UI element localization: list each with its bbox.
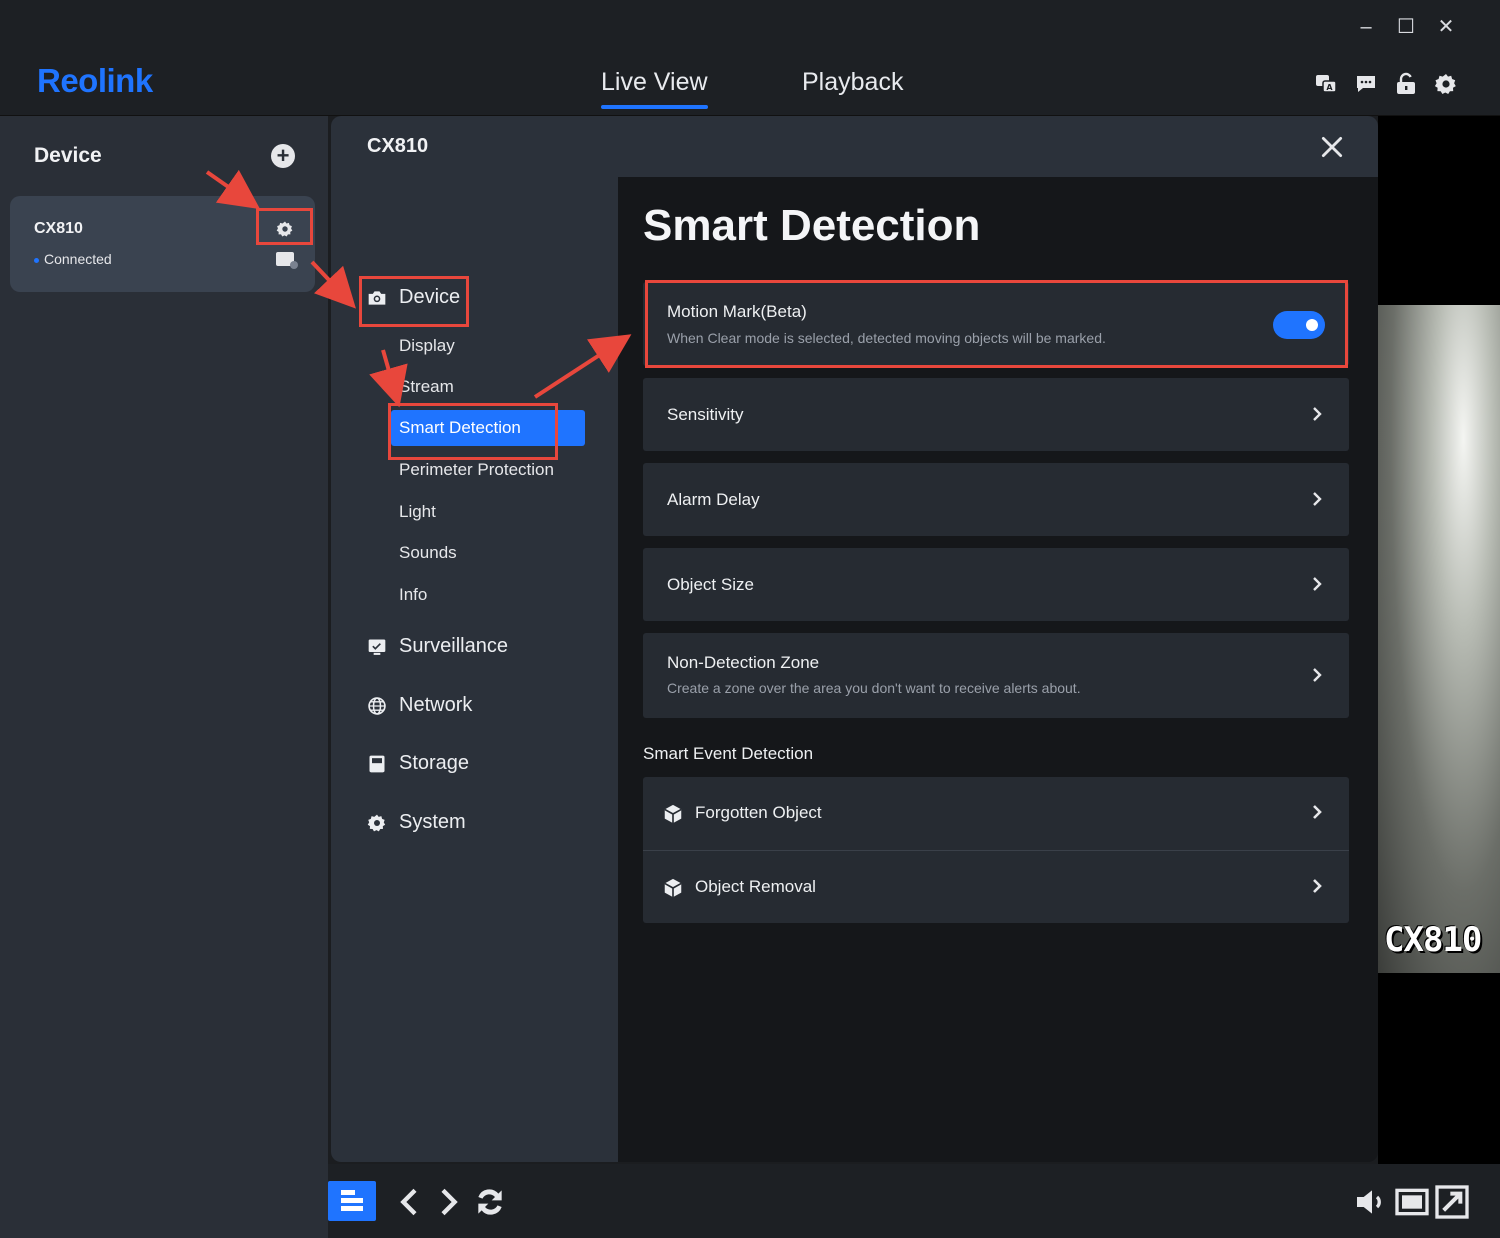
reolink-logo: Reolink — [37, 62, 153, 99]
nav-info[interactable]: Info — [399, 585, 427, 605]
dialog-header: CX810 — [331, 116, 1378, 177]
screen-icon[interactable] — [1392, 1182, 1432, 1222]
dialog-title: CX810 — [367, 135, 429, 157]
chevron-right-icon — [1313, 407, 1322, 421]
device-settings-dialog: CX810 Device Display Stream Smart Detect… — [331, 116, 1378, 1162]
device-settings-gear-icon[interactable] — [276, 220, 294, 238]
nav-system[interactable]: System — [367, 811, 466, 834]
device-panel: Device + CX810 Connected — [0, 116, 328, 1238]
camera-icon — [368, 290, 386, 305]
chevron-right-icon — [1313, 805, 1322, 819]
cube-icon — [664, 804, 682, 824]
non-detection-zone-description: Create a zone over the area you don't wa… — [667, 680, 1081, 696]
object-removal-row[interactable]: Object Removal — [643, 850, 1349, 923]
alarm-delay-row[interactable]: Alarm Delay — [643, 463, 1349, 536]
add-device-button[interactable]: + — [271, 144, 295, 168]
monitor-icon — [368, 639, 386, 655]
device-status: Connected — [44, 251, 112, 267]
nav-smart-detection[interactable]: Smart Detection — [391, 410, 585, 446]
chevron-right-icon — [1313, 577, 1322, 591]
refresh-icon[interactable] — [470, 1182, 510, 1222]
tab-playback[interactable]: Playback — [802, 68, 903, 97]
chevron-right-nav-icon[interactable] — [428, 1182, 468, 1222]
globe-icon — [368, 696, 386, 715]
motion-mark-toggle[interactable] — [1273, 311, 1325, 339]
device-name: CX810 — [34, 220, 83, 237]
nav-perimeter-protection[interactable]: Perimeter Protection — [399, 460, 554, 480]
settings-content: Smart Detection Motion Mark(Beta) When C… — [618, 177, 1378, 1162]
sensitivity-label: Sensitivity — [667, 405, 744, 424]
object-size-row[interactable]: Object Size — [643, 548, 1349, 621]
object-removal-label: Object Removal — [695, 877, 816, 896]
settings-gear-icon[interactable] — [1434, 72, 1458, 96]
translate-icon[interactable]: A — [1314, 72, 1338, 96]
gear-icon — [367, 814, 386, 831]
forgotten-object-label: Forgotten Object — [695, 803, 822, 822]
status-dot-icon — [34, 258, 39, 263]
forgotten-object-row[interactable]: Forgotten Object — [643, 777, 1349, 850]
nav-network[interactable]: Network — [367, 694, 472, 717]
device-view-icon[interactable] — [276, 252, 298, 269]
tab-live-view[interactable]: Live View — [601, 68, 708, 109]
non-detection-zone-label: Non-Detection Zone — [667, 653, 820, 672]
nav-storage[interactable]: Storage — [367, 752, 469, 775]
storage-icon — [369, 755, 385, 772]
svg-text:A: A — [1326, 83, 1333, 92]
layout-list-icon[interactable] — [328, 1181, 376, 1221]
nav-network-label: Network — [399, 694, 473, 716]
sensitivity-row[interactable]: Sensitivity — [643, 378, 1349, 451]
chevron-left-icon[interactable] — [390, 1182, 430, 1222]
object-size-label: Object Size — [667, 575, 754, 594]
chevron-right-icon — [1313, 492, 1322, 506]
nav-storage-label: Storage — [399, 752, 470, 774]
maximize-button[interactable]: ☐ — [1386, 10, 1426, 44]
minimize-button[interactable]: – — [1346, 10, 1386, 44]
nav-surveillance-label: Surveillance — [399, 635, 508, 657]
device-panel-title: Device — [34, 144, 102, 167]
dialog-close-icon[interactable] — [1319, 134, 1345, 160]
bottom-toolbar — [328, 1164, 1500, 1238]
message-icon[interactable] — [1354, 72, 1378, 96]
cube-icon — [664, 878, 682, 898]
page-title: Smart Detection — [643, 201, 981, 250]
camera-video-feed[interactable] — [1378, 305, 1500, 973]
smart-event-section-title: Smart Event Detection — [643, 744, 814, 763]
non-detection-zone-row[interactable]: Non-Detection Zone Create a zone over th… — [643, 633, 1349, 718]
nav-light[interactable]: Light — [399, 502, 436, 522]
nav-stream[interactable]: Stream — [399, 377, 454, 397]
nav-display[interactable]: Display — [399, 336, 455, 356]
settings-nav: Device Display Stream Smart Detection Pe… — [331, 177, 618, 1162]
unlock-icon[interactable] — [1394, 72, 1418, 96]
nav-surveillance[interactable]: Surveillance — [367, 635, 508, 658]
fullscreen-icon[interactable] — [1432, 1182, 1472, 1222]
motion-mark-row: Motion Mark(Beta) When Clear mode is sel… — [643, 282, 1349, 366]
nav-device-label: Device — [399, 286, 461, 308]
window-close-button[interactable]: ✕ — [1426, 10, 1466, 44]
volume-icon[interactable] — [1352, 1182, 1392, 1222]
nav-device[interactable]: Device — [367, 286, 460, 309]
chevron-right-icon — [1313, 879, 1322, 893]
chevron-right-icon — [1313, 668, 1322, 682]
nav-system-label: System — [399, 811, 466, 833]
motion-mark-description: When Clear mode is selected, detected mo… — [667, 330, 1106, 346]
title-bar: – ☐ ✕ Reolink Live View Playback A — [0, 0, 1500, 116]
motion-mark-label: Motion Mark(Beta) — [667, 302, 807, 321]
alarm-delay-label: Alarm Delay — [667, 490, 760, 509]
video-camera-label: CX810 — [1384, 920, 1482, 960]
nav-sounds[interactable]: Sounds — [399, 543, 457, 563]
smart-event-list: Forgotten Object Object Removal — [643, 777, 1349, 923]
device-card[interactable]: CX810 Connected — [10, 196, 315, 292]
